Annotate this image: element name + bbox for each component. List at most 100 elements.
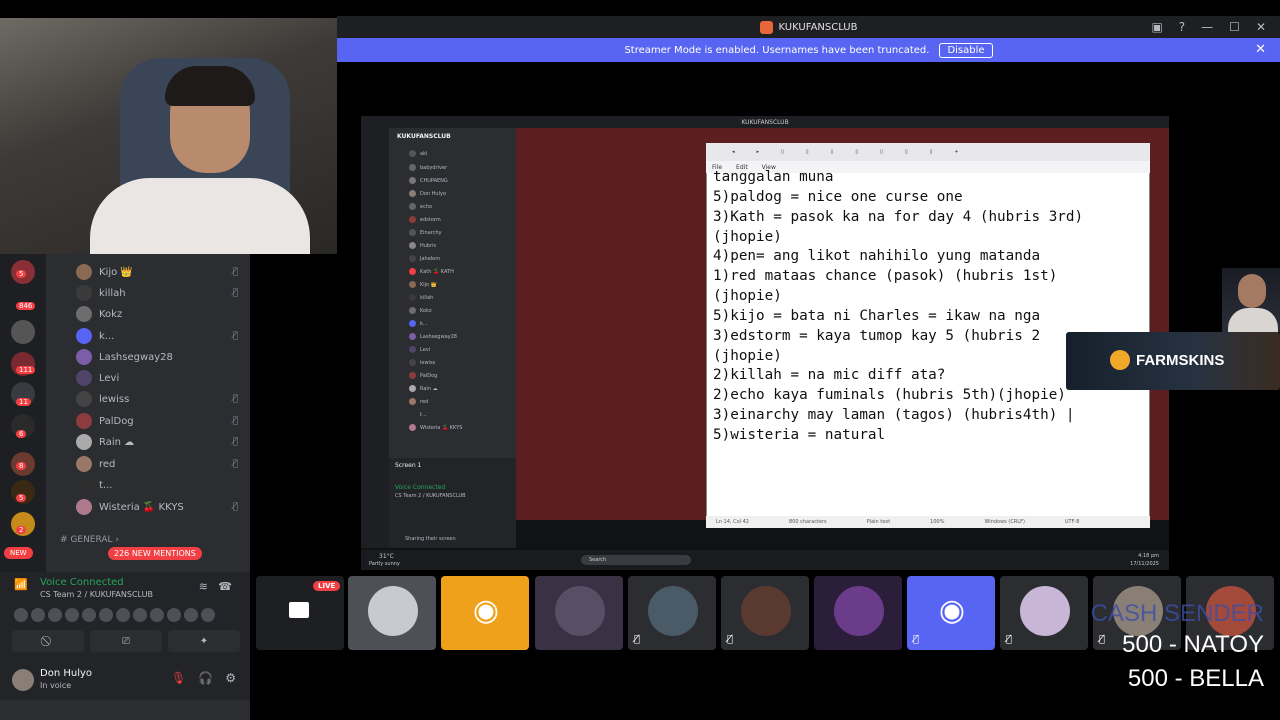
inner-member[interactable]: Wisteria 🍒 KKYS xyxy=(409,424,462,431)
member-item[interactable]: killah 🎙̸ xyxy=(76,283,246,303)
inner-member[interactable]: Levi xyxy=(409,346,430,353)
inner-member[interactable]: PalDog xyxy=(409,372,437,379)
avatar[interactable] xyxy=(14,608,28,622)
taskbar-search[interactable]: Search xyxy=(581,555,691,565)
inner-member[interactable]: Kokz xyxy=(409,307,432,314)
inner-member[interactable]: Lashsegway28 xyxy=(409,333,457,340)
member-item[interactable]: Rain ☁ 🎙̸ xyxy=(76,432,246,452)
channel-general[interactable]: # GENERAL › xyxy=(60,535,119,545)
new-badge[interactable]: NEW xyxy=(4,547,33,559)
avatar[interactable] xyxy=(12,669,34,691)
avatar[interactable] xyxy=(48,608,62,622)
muted-mic-icon[interactable]: 🎙 xyxy=(171,671,186,685)
member-item[interactable]: Lashsegway28 xyxy=(76,347,246,367)
server-badge: 846 xyxy=(16,302,36,310)
text-line: 1)red mataas chance (pasok) (hubris 1st) xyxy=(713,268,1058,285)
avatar xyxy=(409,320,416,327)
member-item[interactable]: t... xyxy=(76,475,246,495)
member-item[interactable]: Kokz xyxy=(76,304,246,324)
minimize-icon[interactable]: — xyxy=(1201,20,1213,34)
participant-tile[interactable]: 🎙̸ xyxy=(721,576,809,650)
avatar[interactable] xyxy=(150,608,164,622)
status-line-ending: Windows (CRLF) xyxy=(984,519,1025,525)
inner-member[interactable]: Don Hulyo xyxy=(409,190,446,197)
tab[interactable]: + xyxy=(954,149,958,155)
inner-member[interactable]: edstorm xyxy=(409,216,441,223)
headphones-icon[interactable]: 🎧 xyxy=(198,671,213,685)
participant-tile[interactable]: ◉ xyxy=(441,576,529,650)
avatar[interactable] xyxy=(116,608,130,622)
avatar[interactable] xyxy=(82,608,96,622)
text-line: 3)Kath = pasok ka na for day 4 (hubris 3… xyxy=(713,208,1084,225)
member-item[interactable]: Levi xyxy=(76,368,246,388)
inner-member[interactable]: Hubris xyxy=(409,242,436,249)
activities-button[interactable]: ✦ xyxy=(168,630,240,652)
discord-logo-icon: ◉ xyxy=(461,586,511,636)
inner-server-name[interactable]: KUKUFANSCLUB xyxy=(397,133,451,140)
user-name[interactable]: Don Hulyo xyxy=(40,668,92,679)
inner-member[interactable]: Rain ☁ xyxy=(409,385,438,392)
avatar[interactable] xyxy=(201,608,215,622)
tab[interactable]: ▸ xyxy=(757,149,760,155)
inner-member[interactable]: babydriver xyxy=(409,164,447,171)
inner-voice-status[interactable]: Voice Connected xyxy=(395,484,445,491)
notepad-text-area[interactable]: tanggalan muna 5)paldog = nice one curse … xyxy=(713,168,1153,446)
inner-member[interactable]: akl xyxy=(409,150,427,157)
inner-member[interactable]: echo xyxy=(409,203,432,210)
inner-member[interactable]: Jahelem xyxy=(409,255,440,262)
participant-tile[interactable]: ◉ 🎙̸ xyxy=(907,576,995,650)
avatar[interactable] xyxy=(184,608,198,622)
inner-screen-label[interactable]: Screen 1 xyxy=(395,462,421,469)
tab[interactable]: ▯ xyxy=(831,149,834,155)
participant-tile[interactable] xyxy=(348,576,436,650)
voice-status[interactable]: Voice Connected xyxy=(40,577,124,588)
inner-member[interactable]: k... xyxy=(409,320,428,327)
inner-member[interactable]: red xyxy=(409,398,428,405)
avatar[interactable] xyxy=(133,608,147,622)
screen-icon[interactable]: ▣ xyxy=(1151,20,1162,34)
participant-tile[interactable]: 🎙̸ xyxy=(628,576,716,650)
server-icon[interactable] xyxy=(11,320,35,344)
signal-icon[interactable]: 📶 xyxy=(14,578,28,591)
screen-share-button[interactable]: ⎚ xyxy=(90,630,162,652)
avatar[interactable] xyxy=(31,608,45,622)
member-item[interactable]: k... 🎙̸ xyxy=(76,326,246,346)
inner-member[interactable]: Kath 🍒 KATH xyxy=(409,268,454,275)
disable-button[interactable]: Disable xyxy=(939,42,993,58)
participant-tile[interactable]: 🎙̸ xyxy=(1000,576,1088,650)
inner-member[interactable]: Einarchy xyxy=(409,229,442,236)
inner-member[interactable]: lewiss xyxy=(409,359,435,366)
tab[interactable]: ▯ xyxy=(880,149,883,155)
tab[interactable]: ▯ xyxy=(781,149,784,155)
member-item[interactable]: lewiss 🎙̸ xyxy=(76,389,246,409)
maximize-icon[interactable]: ☐ xyxy=(1229,20,1240,34)
inner-member[interactable]: CHUPAENG xyxy=(409,177,448,184)
avatar xyxy=(409,411,416,418)
inner-member[interactable]: Kijo 👑 xyxy=(409,281,437,288)
camera-off-button[interactable]: ⃠ xyxy=(12,630,84,652)
banner-close-icon[interactable]: ✕ xyxy=(1255,42,1266,57)
tab[interactable]: ▯ xyxy=(855,149,858,155)
member-item[interactable]: Kijo 👑 🎙̸ xyxy=(76,262,246,282)
inner-member[interactable]: t... xyxy=(409,411,427,418)
avatar[interactable] xyxy=(99,608,113,622)
member-item[interactable]: PalDog 🎙̸ xyxy=(76,411,246,431)
member-item[interactable]: red 🎙̸ xyxy=(76,454,246,474)
avatar[interactable] xyxy=(167,608,181,622)
avatar xyxy=(409,229,416,236)
member-item[interactable]: Wisteria 🍒 KKYS 🎙̸ xyxy=(76,497,246,517)
tab[interactable]: ▯ xyxy=(806,149,809,155)
gear-icon[interactable]: ⚙ xyxy=(225,671,236,685)
tab[interactable]: ▯ xyxy=(930,149,933,155)
close-icon[interactable]: ✕ xyxy=(1256,20,1266,34)
participant-tile[interactable] xyxy=(535,576,623,650)
participant-tile[interactable] xyxy=(814,576,902,650)
avatar[interactable] xyxy=(65,608,79,622)
disconnect-icon[interactable]: ☎ xyxy=(218,580,232,593)
sound-wave-icon[interactable]: ≋ xyxy=(199,580,208,593)
mentions-badge[interactable]: 226 NEW MENTIONS xyxy=(108,547,202,560)
tab[interactable]: ▯ xyxy=(905,149,908,155)
inner-member[interactable]: killah xyxy=(409,294,433,301)
help-icon[interactable]: ? xyxy=(1179,20,1185,34)
tab[interactable]: ◂ xyxy=(732,149,735,155)
